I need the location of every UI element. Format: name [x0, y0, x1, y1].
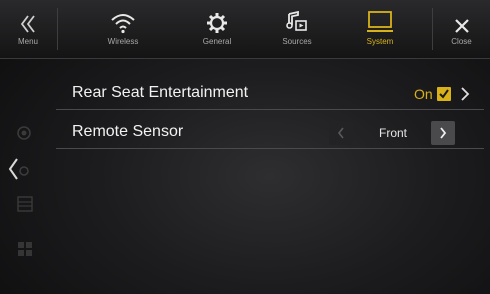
menu-button[interactable]: Menu [0, 0, 56, 58]
left-sidebar [0, 59, 50, 294]
rear-seat-value: On [414, 86, 433, 102]
remote-sensor-row: Remote Sensor Front [56, 118, 484, 149]
rear-seat-entertainment-row[interactable]: Rear Seat Entertainment On [56, 79, 484, 110]
screen: Menu Wireless General Sources System Clo… [0, 0, 490, 294]
tab-system[interactable]: System [315, 0, 445, 58]
settings-circle-icon [17, 126, 31, 145]
remote-sensor-next-button[interactable] [431, 121, 455, 145]
double-chevron-left-icon [19, 0, 37, 34]
chevron-left-icon [337, 127, 344, 139]
gear-icon [206, 0, 228, 34]
tab-system-label: System [366, 37, 394, 46]
tab-general-label: General [202, 37, 232, 46]
remote-sensor-value: Front [379, 126, 408, 140]
list-icon [17, 196, 33, 217]
wifi-icon [110, 0, 136, 34]
checkmark-icon [437, 87, 451, 106]
remote-sensor-prev-button[interactable] [329, 121, 353, 145]
tab-wireless-label: Wireless [107, 37, 139, 46]
grid-icon [17, 241, 33, 262]
chevron-right-icon [440, 127, 447, 139]
remote-sensor-label: Remote Sensor [72, 123, 184, 140]
chevron-right-icon [460, 86, 470, 107]
rear-seat-entertainment-label: Rear Seat Entertainment [72, 84, 249, 101]
close-label: Close [451, 37, 472, 46]
back-chevron-button[interactable] [8, 157, 34, 186]
menu-label: Menu [17, 37, 38, 46]
close-icon [454, 0, 470, 34]
monitor-icon [366, 0, 394, 34]
music-source-icon [285, 0, 309, 34]
close-button[interactable]: Close [433, 0, 490, 58]
tab-sources-label: Sources [282, 37, 312, 46]
top-navigation-bar: Menu Wireless General Sources System Clo… [0, 0, 490, 59]
